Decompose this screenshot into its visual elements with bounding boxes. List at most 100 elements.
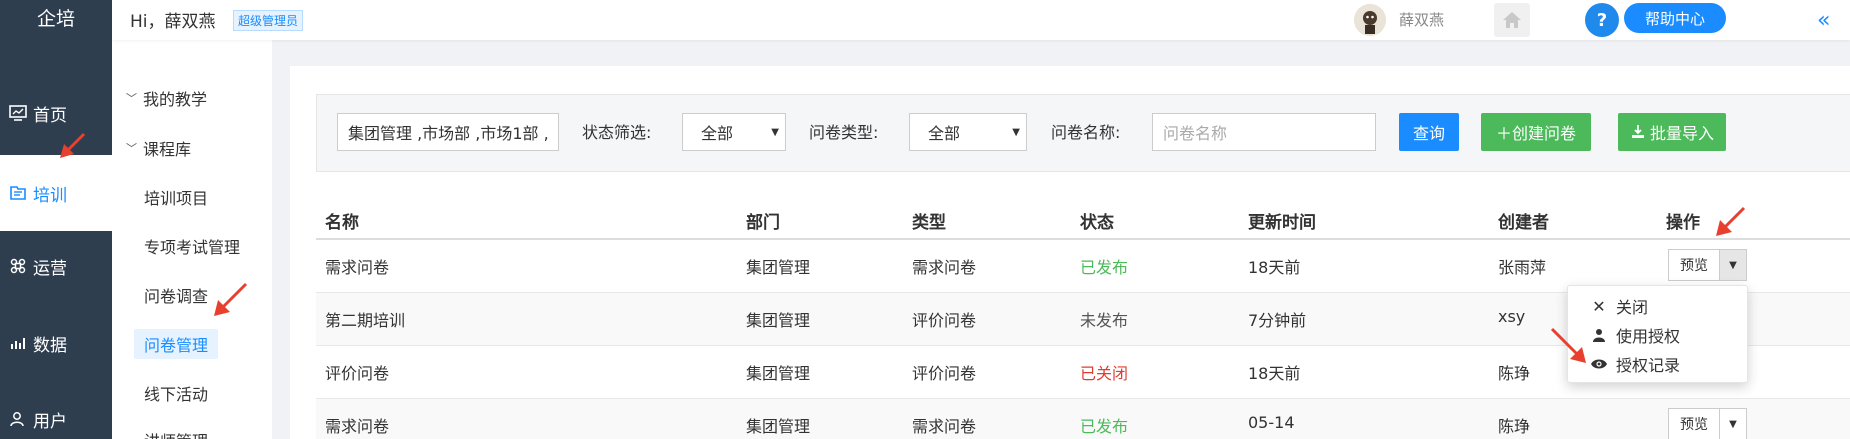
chart-icon <box>11 338 25 349</box>
subnav-item-lecturer-management[interactable]: 讲师管理 <box>144 428 208 439</box>
subnav-item-survey[interactable]: 问卷调查 <box>144 283 208 307</box>
role-badge: 超级管理员 <box>233 10 304 31</box>
cell-name: 需求问卷 <box>325 258 390 277</box>
menu-item-label: 使用授权 <box>1616 327 1681 346</box>
header-name: 名称 <box>325 213 359 233</box>
subnav-group-label: 课程库 <box>143 140 192 159</box>
subnav-item-offline-activities[interactable]: 线下活动 <box>144 381 208 405</box>
header-creator: 创建者 <box>1498 213 1549 233</box>
annotation-arrow <box>214 282 248 316</box>
nav-label-users: 用户 <box>33 411 67 432</box>
avatar[interactable] <box>1354 4 1386 36</box>
avatar-image <box>1354 4 1386 36</box>
header-actions: 操作 <box>1666 213 1700 233</box>
more-actions-caret-icon[interactable]: ▼ <box>1720 249 1747 281</box>
cell-creator: 张雨萍 <box>1498 258 1547 277</box>
app-logo: 企培 <box>36 7 75 30</box>
preview-button[interactable]: 预览 <box>1668 249 1720 281</box>
left-nav: 企培 首页 培训 运营 数据 用户 <box>0 0 112 439</box>
cell-type: 评价问卷 <box>912 364 977 383</box>
nav-item-data[interactable]: 数据 <box>0 305 112 381</box>
menu-item-use-authorization[interactable]: 使用授权 <box>1590 323 1680 347</box>
nav-item-operations[interactable]: 运营 <box>0 228 112 304</box>
cell-creator: 陈琤 <box>1498 364 1531 383</box>
cell-updated: 18天前 <box>1248 364 1301 383</box>
name-filter-label: 问卷名称: <box>1051 123 1121 142</box>
cell-type: 评价问卷 <box>912 311 977 330</box>
eye-icon <box>1590 358 1608 370</box>
menu-item-authorization-record[interactable]: 授权记录 <box>1590 352 1680 376</box>
cell-name: 评价问卷 <box>325 364 390 383</box>
status-filter-label: 状态筛选: <box>582 123 652 142</box>
query-button[interactable]: 查询 <box>1399 113 1459 151</box>
caret-down-icon: ▼ <box>771 127 779 138</box>
subnav-group-label: 我的教学 <box>143 90 208 109</box>
subnav-group-course-library[interactable]: ﹀ 课程库 <box>126 136 191 160</box>
collapse-double-chevron-icon[interactable]: « <box>1817 8 1830 33</box>
annotation-arrow <box>1550 327 1586 363</box>
nav-item-home[interactable]: 首页 <box>0 75 112 151</box>
annotation-arrow <box>1716 206 1746 236</box>
cell-status: 已发布 <box>1080 417 1129 436</box>
cell-creator: xsy <box>1498 307 1526 326</box>
top-bar: Hi，薛双燕 超级管理员 薛双燕 ? 帮助中心 « <box>112 0 1850 40</box>
sub-nav: ﹀ 我的教学 ﹀ 课程库 培训项目 专项考试管理 问卷调查 问卷管理 线下活动 … <box>112 0 272 439</box>
cell-updated: 7分钟前 <box>1248 311 1307 330</box>
command-icon <box>10 258 26 274</box>
close-icon: ✕ <box>1592 296 1606 316</box>
username[interactable]: 薛双燕 <box>1399 9 1444 30</box>
name-search-input[interactable]: 问卷名称 <box>1152 113 1376 151</box>
menu-item-label: 授权记录 <box>1616 356 1681 375</box>
help-question-icon[interactable]: ? <box>1585 3 1619 37</box>
subnav-item-exam-management[interactable]: 专项考试管理 <box>144 234 240 258</box>
nav-label-home: 首页 <box>33 105 67 126</box>
subnav-group-my-teaching[interactable]: ﹀ 我的教学 <box>126 86 207 110</box>
cell-type: 需求问卷 <box>912 417 977 436</box>
type-select[interactable]: 全部 ▼ <box>909 113 1027 151</box>
greeting: Hi，薛双燕 <box>130 12 216 32</box>
header-status: 状态 <box>1080 213 1114 233</box>
annotation-arrow <box>60 132 86 158</box>
subnav-item-training-projects[interactable]: 培训项目 <box>144 185 208 209</box>
table-header: 名称 部门 类型 状态 更新时间 创建者 操作 <box>316 200 1850 240</box>
cell-creator: 陈琤 <box>1498 417 1531 436</box>
caret-down-icon: ▼ <box>1012 127 1020 138</box>
cell-status: 已关闭 <box>1080 364 1129 383</box>
chevron-down-icon: ﹀ <box>126 142 137 155</box>
home-button[interactable] <box>1494 3 1530 37</box>
menu-item-close[interactable]: ✕ 关闭 <box>1590 294 1648 318</box>
subnav-item-questionnaire-management[interactable]: 问卷管理 <box>134 329 219 359</box>
user-icon <box>10 412 24 427</box>
header-updated: 更新时间 <box>1248 213 1316 233</box>
dashboard-icon <box>9 105 27 121</box>
nav-item-users[interactable]: 用户 <box>0 381 112 439</box>
nav-label-training: 培训 <box>33 185 67 206</box>
cell-name: 第二期培训 <box>325 311 406 330</box>
department-select[interactable]: 集团管理 ,市场部 ,市场1部 , <box>337 113 559 151</box>
cell-department: 集团管理 <box>746 417 811 436</box>
home-icon <box>1503 12 1521 28</box>
type-select-value: 全部 <box>928 124 961 143</box>
nav-label-operations: 运营 <box>33 258 67 279</box>
cell-name: 需求问卷 <box>325 417 390 436</box>
nav-item-training[interactable]: 培训 <box>0 155 112 231</box>
cell-updated: 18天前 <box>1248 258 1301 277</box>
cell-department: 集团管理 <box>746 258 811 277</box>
header-type: 类型 <box>912 213 946 233</box>
create-questionnaire-button[interactable]: ＋创建问卷 <box>1481 113 1591 151</box>
name-search-placeholder: 问卷名称 <box>1163 124 1228 143</box>
more-actions-caret-icon[interactable]: ▼ <box>1720 408 1747 439</box>
header-department: 部门 <box>746 213 780 233</box>
cell-department: 集团管理 <box>746 311 811 330</box>
table-row: 需求问卷 集团管理 需求问卷 已发布 05-14 陈琤 预览 ▼ <box>316 399 1850 439</box>
action-group: 预览 ▼ <box>1668 249 1747 281</box>
batch-import-button[interactable]: 批量导入 <box>1618 113 1726 151</box>
preview-button[interactable]: 预览 <box>1668 408 1720 439</box>
status-select[interactable]: 全部 ▼ <box>682 113 786 151</box>
help-center-button[interactable]: 帮助中心 <box>1624 3 1726 33</box>
cell-status: 已发布 <box>1080 258 1129 277</box>
action-group: 预览 ▼ <box>1668 408 1747 439</box>
status-select-value: 全部 <box>701 124 734 143</box>
import-icon <box>1631 125 1644 138</box>
cell-status: 未发布 <box>1080 311 1129 330</box>
